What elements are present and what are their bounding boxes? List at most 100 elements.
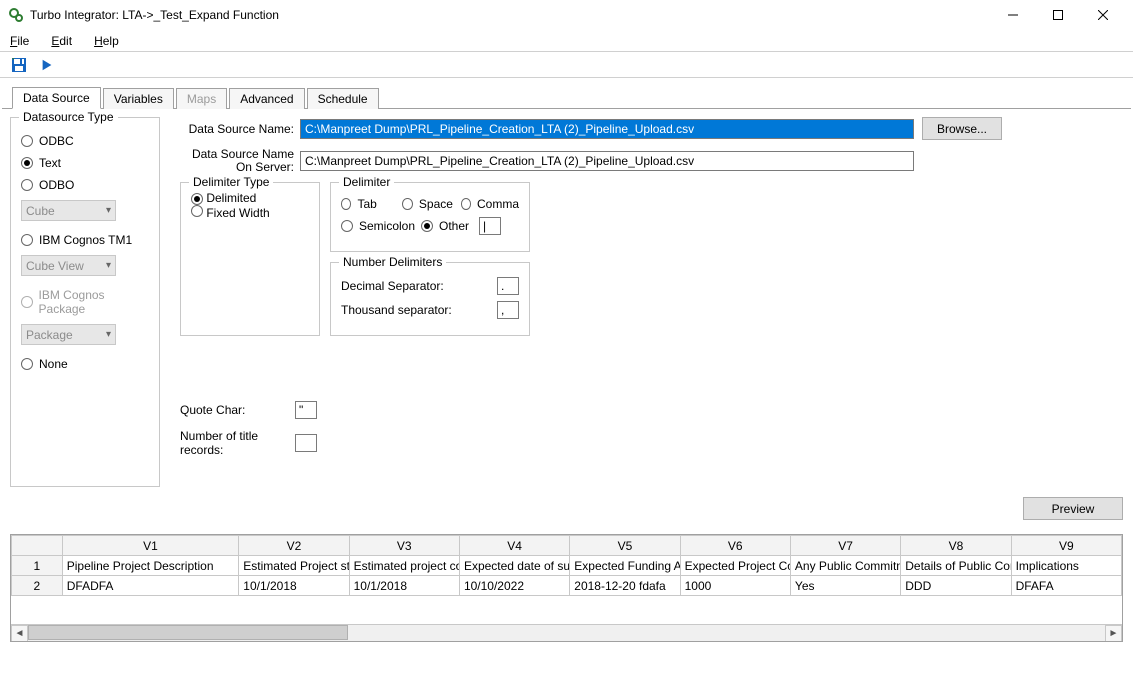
table-row: 1 Pipeline Project Description Estimated… xyxy=(12,556,1122,576)
quote-char-label: Quote Char: xyxy=(180,403,295,417)
cell[interactable]: Any Public Commitme xyxy=(790,556,900,576)
grid-header-corner[interactable] xyxy=(12,536,63,556)
radio-comma[interactable] xyxy=(461,198,471,210)
minimize-button[interactable] xyxy=(990,0,1035,30)
cell[interactable]: DFADFA xyxy=(62,576,239,596)
radio-fixed-width-label: Fixed Width xyxy=(206,206,269,220)
cell[interactable]: 10/1/2018 xyxy=(239,576,349,596)
decimal-separator-input[interactable] xyxy=(497,277,519,295)
horizontal-scrollbar[interactable]: ◄ ► xyxy=(11,624,1122,641)
cell[interactable]: Expected Project Co xyxy=(680,556,790,576)
number-delimiters-legend: Number Delimiters xyxy=(339,255,446,269)
grid-header-v2[interactable]: V2 xyxy=(239,536,349,556)
cell[interactable]: 2018-12-20 fdafa xyxy=(570,576,680,596)
radio-text-label: Text xyxy=(39,156,61,170)
cell[interactable]: 10/1/2018 xyxy=(349,576,459,596)
radio-none-label: None xyxy=(39,357,68,371)
tab-maps[interactable]: Maps xyxy=(176,88,227,109)
cell[interactable]: 10/10/2022 xyxy=(459,576,569,596)
title-records-label: Number of title records: xyxy=(180,429,295,457)
tab-advanced-label: Advanced xyxy=(240,92,293,106)
tab-variables[interactable]: Variables xyxy=(103,88,174,109)
scroll-thumb[interactable] xyxy=(28,625,348,640)
delimiter-other-input[interactable] xyxy=(479,217,501,235)
grid-header-v6[interactable]: V6 xyxy=(680,536,790,556)
quote-char-input[interactable] xyxy=(295,401,317,419)
tab-advanced[interactable]: Advanced xyxy=(229,88,304,109)
dropdown-package: Package ▾ xyxy=(21,324,116,345)
radio-text[interactable]: Text xyxy=(21,156,149,170)
tab-data-source-label: Data Source xyxy=(23,91,90,105)
title-records-input[interactable] xyxy=(295,434,317,452)
radio-delimited-label: Delimited xyxy=(206,191,256,205)
dsn-server-label: Data Source Name On Server: xyxy=(180,148,300,174)
grid-header-v1[interactable]: V1 xyxy=(62,536,239,556)
radio-ibm-tm1[interactable]: IBM Cognos TM1 xyxy=(21,233,149,247)
thousand-separator-input[interactable] xyxy=(497,301,519,319)
chevron-down-icon: ▾ xyxy=(106,260,111,271)
dropdown-cube: Cube ▾ xyxy=(21,200,116,221)
cell[interactable]: Yes xyxy=(790,576,900,596)
grid-header-v9[interactable]: V9 xyxy=(1011,536,1121,556)
grid-header-v4[interactable]: V4 xyxy=(459,536,569,556)
scroll-right-arrow[interactable]: ► xyxy=(1105,625,1122,642)
radio-odbc[interactable]: ODBC xyxy=(21,134,149,148)
menu-file-rest: ile xyxy=(17,34,29,48)
menu-help[interactable]: Help xyxy=(90,32,123,50)
radio-odbo[interactable]: ODBO xyxy=(21,178,149,192)
save-button[interactable] xyxy=(10,56,28,74)
dsn-label: Data Source Name: xyxy=(180,122,300,136)
toolbar xyxy=(0,52,1133,78)
cell[interactable]: Expected date of sub xyxy=(459,556,569,576)
menu-file[interactable]: File xyxy=(6,32,33,50)
delimiter-type-legend: Delimiter Type xyxy=(189,175,273,189)
menu-edit[interactable]: Edit xyxy=(47,32,76,50)
browse-button[interactable]: Browse... xyxy=(922,117,1002,140)
dropdown-cube-view: Cube View ▾ xyxy=(21,255,116,276)
radio-fixed-width[interactable]: Fixed Width xyxy=(191,205,309,220)
cell[interactable]: Estimated Project sta xyxy=(239,556,349,576)
cell[interactable]: Implications xyxy=(1011,556,1121,576)
row-number[interactable]: 2 xyxy=(12,576,63,596)
dropdown-cube-label: Cube xyxy=(26,204,55,218)
row-number[interactable]: 1 xyxy=(12,556,63,576)
radio-space[interactable] xyxy=(402,198,412,210)
radio-tab[interactable] xyxy=(341,198,351,210)
grid-header-v8[interactable]: V8 xyxy=(901,536,1011,556)
preview-button-label: Preview xyxy=(1052,502,1095,516)
preview-grid: V1 V2 V3 V4 V5 V6 V7 V8 V9 1 Pipeline Pr… xyxy=(10,534,1123,642)
run-button[interactable] xyxy=(38,56,56,74)
cell[interactable]: DDD xyxy=(901,576,1011,596)
grid-header-v7[interactable]: V7 xyxy=(790,536,900,556)
tab-schedule-label: Schedule xyxy=(318,92,368,106)
cell[interactable]: Expected Funding A xyxy=(570,556,680,576)
chevron-down-icon: ▾ xyxy=(106,205,111,216)
grid-header-v3[interactable]: V3 xyxy=(349,536,459,556)
number-delimiters-group: Number Delimiters Decimal Separator: Tho… xyxy=(330,262,530,336)
close-button[interactable] xyxy=(1080,0,1125,30)
data-source-name-server-input[interactable] xyxy=(300,151,914,171)
radio-semicolon[interactable] xyxy=(341,220,353,232)
preview-button[interactable]: Preview xyxy=(1023,497,1123,520)
cell[interactable]: 1000 xyxy=(680,576,790,596)
table-row: 2 DFADFA 10/1/2018 10/1/2018 10/10/2022 … xyxy=(12,576,1122,596)
menu-edit-rest: dit xyxy=(59,34,72,48)
app-icon xyxy=(8,7,24,23)
radio-tab-label: Tab xyxy=(357,197,396,211)
dropdown-package-label: Package xyxy=(26,328,73,342)
maximize-button[interactable] xyxy=(1035,0,1080,30)
scroll-track[interactable] xyxy=(28,625,1105,642)
scroll-left-arrow[interactable]: ◄ xyxy=(11,625,28,642)
grid-header-v5[interactable]: V5 xyxy=(570,536,680,556)
tab-schedule[interactable]: Schedule xyxy=(307,88,379,109)
cell[interactable]: Estimated project co xyxy=(349,556,459,576)
radio-delimited[interactable]: Delimited xyxy=(191,191,309,205)
radio-other[interactable] xyxy=(421,220,433,232)
tab-data-source[interactable]: Data Source xyxy=(12,87,101,109)
cell[interactable]: Details of Public Com xyxy=(901,556,1011,576)
cell[interactable]: Pipeline Project Description xyxy=(62,556,239,576)
radio-none[interactable]: None xyxy=(21,357,149,371)
cell[interactable]: DFAFA xyxy=(1011,576,1121,596)
data-source-name-input[interactable] xyxy=(300,119,914,139)
menubar: File Edit Help xyxy=(0,30,1133,52)
